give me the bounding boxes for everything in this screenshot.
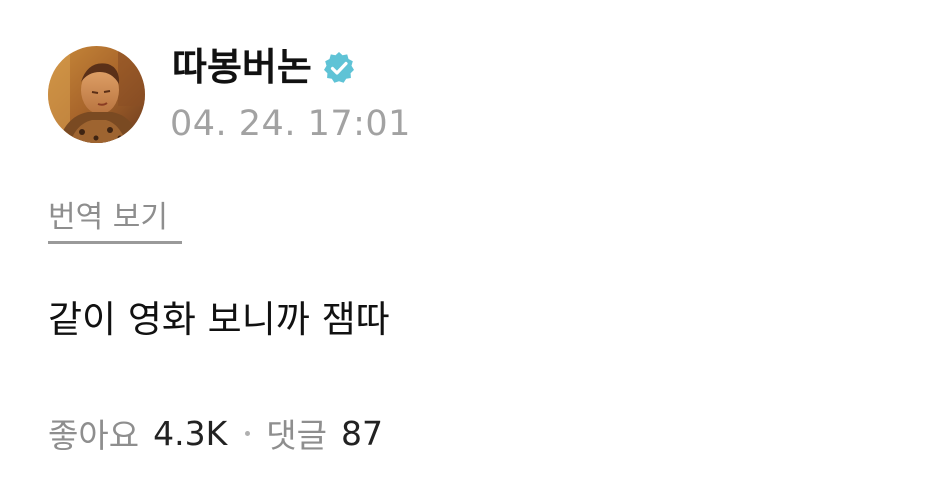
likes-stat[interactable]: 좋아요 4.3K <box>48 409 227 457</box>
post-stats: 좋아요 4.3K 댓글 87 <box>48 408 383 458</box>
author-name[interactable]: 따봉버논 <box>172 42 312 92</box>
likes-label: 좋아요 <box>48 416 140 455</box>
post-text: 같이 영화 보니까 잼따 <box>48 298 390 341</box>
likes-count: 4.3K <box>153 413 228 453</box>
post-timestamp: 04. 24. 17:01 <box>170 104 411 144</box>
translate-underline <box>48 241 182 244</box>
comments-stat[interactable]: 댓글 87 <box>266 409 383 457</box>
translate-link[interactable]: 번역 보기 <box>48 198 168 238</box>
separator-dot <box>245 430 251 436</box>
avatar-photo-icon <box>48 46 145 143</box>
comments-label: 댓글 <box>266 416 327 455</box>
author-avatar[interactable] <box>48 46 145 143</box>
post-card: 따봉버논 04. 24. 17:01 번역 보기 같이 영화 보니까 잼따 좋아… <box>0 0 929 504</box>
comments-count: 87 <box>340 413 383 453</box>
verified-badge-icon <box>324 52 354 83</box>
